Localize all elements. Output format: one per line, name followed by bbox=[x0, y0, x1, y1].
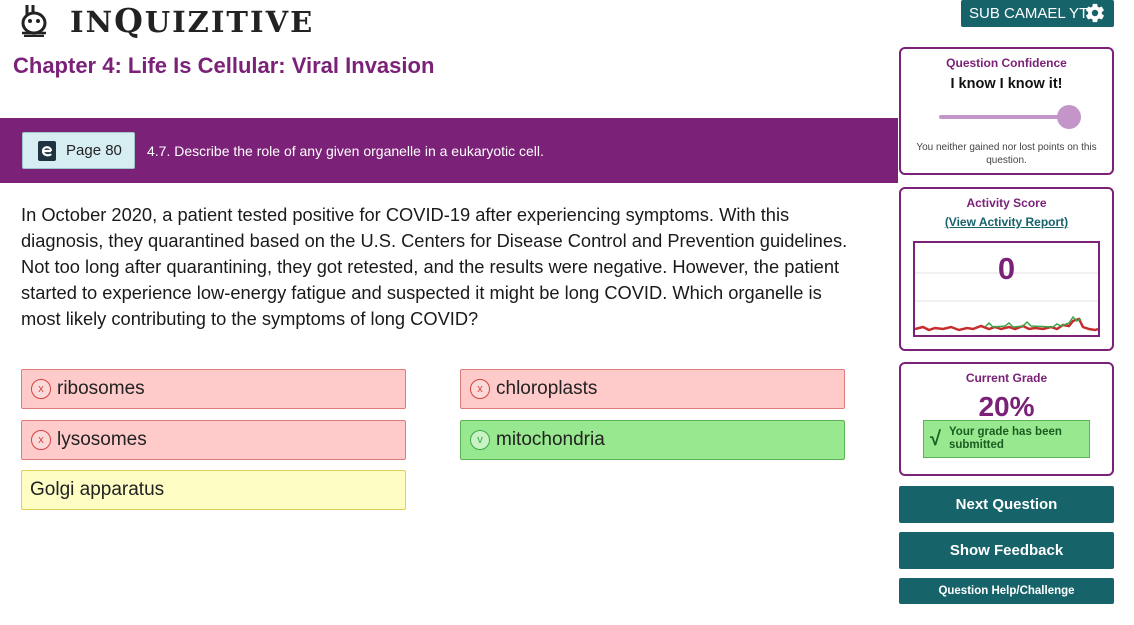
confidence-slider-handle[interactable] bbox=[1057, 105, 1081, 129]
checkmark-icon: √ bbox=[930, 427, 941, 450]
user-settings-button[interactable]: SUB CAMAEL YT bbox=[961, 0, 1114, 27]
grade-status-text: Your grade has been submitted bbox=[948, 426, 1062, 451]
view-activity-report-link[interactable]: (View Activity Report) bbox=[945, 215, 1068, 229]
incorrect-x-icon: x bbox=[470, 379, 490, 399]
ebook-page-button[interactable]: Page 80 bbox=[22, 132, 135, 169]
confidence-note: You neither gained nor lost points on th… bbox=[916, 142, 1097, 166]
current-grade-panel: Current Grade 20% √ Your grade has been … bbox=[899, 362, 1114, 476]
ebook-icon bbox=[38, 140, 56, 161]
activity-score-value: 0 bbox=[997, 251, 1016, 286]
incorrect-x-icon: x bbox=[31, 379, 51, 399]
chapter-title: Chapter 4: Life Is Cellular: Viral Invas… bbox=[13, 53, 435, 78]
inquizitive-logo: INQUIZITIVE bbox=[18, 0, 315, 40]
question-help-button[interactable]: Question Help/Challenge bbox=[899, 578, 1114, 604]
show-feedback-button[interactable]: Show Feedback bbox=[899, 532, 1114, 569]
correct-check-icon: v bbox=[470, 430, 490, 450]
answer-mitochondria[interactable]: v mitochondria bbox=[460, 420, 845, 460]
confidence-value: I know I know it! bbox=[950, 76, 1063, 92]
incorrect-x-icon: x bbox=[31, 430, 51, 450]
activity-score-panel: Activity Score (View Activity Report) 0 bbox=[899, 187, 1114, 351]
answer-lysosomes[interactable]: x lysosomes bbox=[21, 420, 406, 460]
page-label: Page 80 bbox=[66, 142, 122, 159]
activity-title: Activity Score bbox=[966, 196, 1047, 210]
answer-chloroplasts[interactable]: x chloroplasts bbox=[460, 369, 845, 409]
logo-wordmark: INQUIZITIVE bbox=[70, 0, 315, 40]
answer-label: mitochondria bbox=[496, 429, 605, 450]
logo-mascot-icon bbox=[21, 5, 47, 37]
answer-ribosomes[interactable]: x ribosomes bbox=[21, 369, 406, 409]
user-label: SUB CAMAEL YT bbox=[969, 5, 1089, 22]
question-text: In October 2020, a patient tested positi… bbox=[21, 204, 848, 329]
grade-submitted-badge: √ Your grade has been submitted bbox=[923, 420, 1090, 458]
next-question-button[interactable]: Next Question bbox=[899, 486, 1114, 523]
answer-label: Golgi apparatus bbox=[30, 479, 165, 500]
grade-title: Current Grade bbox=[965, 371, 1048, 385]
activity-score-box: 0 bbox=[913, 241, 1100, 337]
answer-golgi-apparatus[interactable]: Golgi apparatus bbox=[21, 470, 406, 510]
answer-label: lysosomes bbox=[57, 429, 147, 450]
learning-objective: 4.7. Describe the role of any given orga… bbox=[147, 143, 544, 159]
grade-value: 20% bbox=[978, 391, 1035, 422]
gear-icon bbox=[1086, 3, 1104, 23]
question-confidence-panel: Question Confidence I know I know it! Yo… bbox=[899, 47, 1114, 175]
confidence-slider-track[interactable] bbox=[939, 115, 1069, 119]
confidence-title: Question Confidence bbox=[946, 56, 1067, 70]
answer-label: ribosomes bbox=[57, 378, 145, 399]
answer-label: chloroplasts bbox=[496, 378, 598, 399]
